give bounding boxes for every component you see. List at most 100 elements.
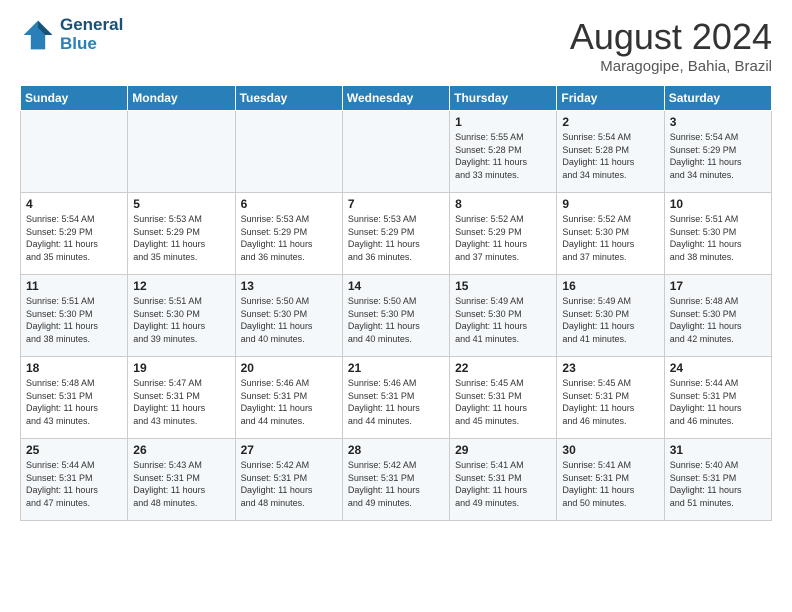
day-info: Sunrise: 5:48 AMSunset: 5:30 PMDaylight:… — [670, 295, 766, 345]
table-row: 30Sunrise: 5:41 AMSunset: 5:31 PMDayligh… — [557, 439, 664, 521]
table-row: 14 Sunrise: 5:50 AMSunset: 5:30 PMDayligh… — [342, 275, 449, 357]
day-number: 15 — [455, 279, 551, 293]
table-row: 12 Sunrise: 5:51 AMSunset: 5:30 PMDayligh… — [128, 275, 235, 357]
day-info: Sunrise: 5:48 AMSunset: 5:31 PMDaylight:… — [26, 377, 122, 427]
table-row: 4Sunrise: 5:54 AMSunset: 5:29 PMDaylight… — [21, 193, 128, 275]
day-number: 19 — [133, 361, 229, 375]
day-info: Sunrise: 5:53 AMSunset: 5:29 PMDaylight:… — [348, 213, 444, 263]
header-thursday: Thursday — [450, 86, 557, 111]
table-row: 31Sunrise: 5:40 AMSunset: 5:31 PMDayligh… — [664, 439, 771, 521]
day-info: Sunrise: 5:49 AMSunset: 5:30 PMDaylight:… — [562, 295, 658, 345]
day-info: Sunrise: 5:42 AMSunset: 5:31 PMDaylight:… — [348, 459, 444, 509]
table-row: 23 Sunrise: 5:45 AMSunset: 5:31 PMDayligh… — [557, 357, 664, 439]
table-row: 21 Sunrise: 5:46 AMSunset: 5:31 PMDayligh… — [342, 357, 449, 439]
day-info: Sunrise: 5:46 AMSunset: 5:31 PMDaylight:… — [348, 377, 444, 427]
day-info: Sunrise: 5:53 AMSunset: 5:29 PMDaylight:… — [241, 213, 337, 263]
day-number: 26 — [133, 443, 229, 457]
table-row: 13 Sunrise: 5:50 AMSunset: 5:30 PMDayligh… — [235, 275, 342, 357]
day-info: Sunrise: 5:44 AMSunset: 5:31 PMDaylight:… — [670, 377, 766, 427]
day-info: Sunrise: 5:49 AMSunset: 5:30 PMDaylight:… — [455, 295, 551, 345]
day-number: 2 — [562, 115, 658, 129]
day-info: Sunrise: 5:54 AMSunset: 5:29 PMDaylight:… — [26, 213, 122, 263]
day-number: 20 — [241, 361, 337, 375]
location: Maragogipe, Bahia, Brazil — [570, 58, 772, 75]
day-number: 11 — [26, 279, 122, 293]
day-info: Sunrise: 5:54 AMSunset: 5:28 PMDaylight:… — [562, 131, 658, 181]
table-row: 29 Sunrise: 5:41 AMSunset: 5:31 PMDayligh… — [450, 439, 557, 521]
day-number: 10 — [670, 197, 766, 211]
day-number: 17 — [670, 279, 766, 293]
day-number: 16 — [562, 279, 658, 293]
header-wednesday: Wednesday — [342, 86, 449, 111]
logo-text: General Blue — [60, 16, 123, 53]
calendar-week-2: 4Sunrise: 5:54 AMSunset: 5:29 PMDaylight… — [21, 193, 772, 275]
day-number: 28 — [348, 443, 444, 457]
header-saturday: Saturday — [664, 86, 771, 111]
day-number: 12 — [133, 279, 229, 293]
table-row: 6 Sunrise: 5:53 AMSunset: 5:29 PMDaylight… — [235, 193, 342, 275]
day-info: Sunrise: 5:55 AMSunset: 5:28 PMDaylight:… — [455, 131, 551, 181]
day-number: 3 — [670, 115, 766, 129]
day-info: Sunrise: 5:44 AMSunset: 5:31 PMDaylight:… — [26, 459, 122, 509]
day-info: Sunrise: 5:54 AMSunset: 5:29 PMDaylight:… — [670, 131, 766, 181]
table-row: 26 Sunrise: 5:43 AMSunset: 5:31 PMDayligh… — [128, 439, 235, 521]
calendar: Sunday Monday Tuesday Wednesday Thursday… — [20, 85, 772, 521]
day-number: 14 — [348, 279, 444, 293]
day-info: Sunrise: 5:51 AMSunset: 5:30 PMDaylight:… — [133, 295, 229, 345]
table-row: 24 Sunrise: 5:44 AMSunset: 5:31 PMDayligh… — [664, 357, 771, 439]
day-number: 8 — [455, 197, 551, 211]
day-info: Sunrise: 5:52 AMSunset: 5:30 PMDaylight:… — [562, 213, 658, 263]
table-row: 2 Sunrise: 5:54 AMSunset: 5:28 PMDaylight… — [557, 111, 664, 193]
day-number: 6 — [241, 197, 337, 211]
day-number: 21 — [348, 361, 444, 375]
day-number: 13 — [241, 279, 337, 293]
day-info: Sunrise: 5:41 AMSunset: 5:31 PMDaylight:… — [562, 459, 658, 509]
day-info: Sunrise: 5:41 AMSunset: 5:31 PMDaylight:… — [455, 459, 551, 509]
page: General Blue August 2024 Maragogipe, Bah… — [0, 0, 792, 612]
day-number: 25 — [26, 443, 122, 457]
day-number: 27 — [241, 443, 337, 457]
table-row: 3 Sunrise: 5:54 AMSunset: 5:29 PMDaylight… — [664, 111, 771, 193]
calendar-week-1: 1 Sunrise: 5:55 AMSunset: 5:28 PMDaylight… — [21, 111, 772, 193]
day-info: Sunrise: 5:43 AMSunset: 5:31 PMDaylight:… — [133, 459, 229, 509]
title-block: August 2024 Maragogipe, Bahia, Brazil — [570, 16, 772, 75]
table-row — [21, 111, 128, 193]
day-info: Sunrise: 5:45 AMSunset: 5:31 PMDaylight:… — [562, 377, 658, 427]
day-number: 5 — [133, 197, 229, 211]
table-row: 9 Sunrise: 5:52 AMSunset: 5:30 PMDaylight… — [557, 193, 664, 275]
header-friday: Friday — [557, 86, 664, 111]
table-row: 18 Sunrise: 5:48 AMSunset: 5:31 PMDayligh… — [21, 357, 128, 439]
day-info: Sunrise: 5:50 AMSunset: 5:30 PMDaylight:… — [241, 295, 337, 345]
logo: General Blue — [20, 16, 123, 53]
calendar-week-5: 25 Sunrise: 5:44 AMSunset: 5:31 PMDayligh… — [21, 439, 772, 521]
day-info: Sunrise: 5:50 AMSunset: 5:30 PMDaylight:… — [348, 295, 444, 345]
day-number: 29 — [455, 443, 551, 457]
table-row: 19 Sunrise: 5:47 AMSunset: 5:31 PMDayligh… — [128, 357, 235, 439]
day-info: Sunrise: 5:42 AMSunset: 5:31 PMDaylight:… — [241, 459, 337, 509]
day-number: 1 — [455, 115, 551, 129]
table-row: 28 Sunrise: 5:42 AMSunset: 5:31 PMDayligh… — [342, 439, 449, 521]
table-row: 17 Sunrise: 5:48 AMSunset: 5:30 PMDayligh… — [664, 275, 771, 357]
day-number: 9 — [562, 197, 658, 211]
day-info: Sunrise: 5:53 AMSunset: 5:29 PMDaylight:… — [133, 213, 229, 263]
table-row — [235, 111, 342, 193]
table-row: 15 Sunrise: 5:49 AMSunset: 5:30 PMDayligh… — [450, 275, 557, 357]
table-row: 27 Sunrise: 5:42 AMSunset: 5:31 PMDayligh… — [235, 439, 342, 521]
table-row: 8Sunrise: 5:52 AMSunset: 5:29 PMDaylight… — [450, 193, 557, 275]
table-row: 25 Sunrise: 5:44 AMSunset: 5:31 PMDayligh… — [21, 439, 128, 521]
day-info: Sunrise: 5:47 AMSunset: 5:31 PMDaylight:… — [133, 377, 229, 427]
day-number: 23 — [562, 361, 658, 375]
calendar-header-row: Sunday Monday Tuesday Wednesday Thursday… — [21, 86, 772, 111]
day-info: Sunrise: 5:46 AMSunset: 5:31 PMDaylight:… — [241, 377, 337, 427]
table-row: 11 Sunrise: 5:51 AMSunset: 5:30 PMDayligh… — [21, 275, 128, 357]
header-monday: Monday — [128, 86, 235, 111]
day-number: 22 — [455, 361, 551, 375]
day-number: 18 — [26, 361, 122, 375]
table-row — [128, 111, 235, 193]
table-row: 1 Sunrise: 5:55 AMSunset: 5:28 PMDaylight… — [450, 111, 557, 193]
day-number: 31 — [670, 443, 766, 457]
day-info: Sunrise: 5:51 AMSunset: 5:30 PMDaylight:… — [26, 295, 122, 345]
table-row — [342, 111, 449, 193]
day-number: 24 — [670, 361, 766, 375]
header-sunday: Sunday — [21, 86, 128, 111]
